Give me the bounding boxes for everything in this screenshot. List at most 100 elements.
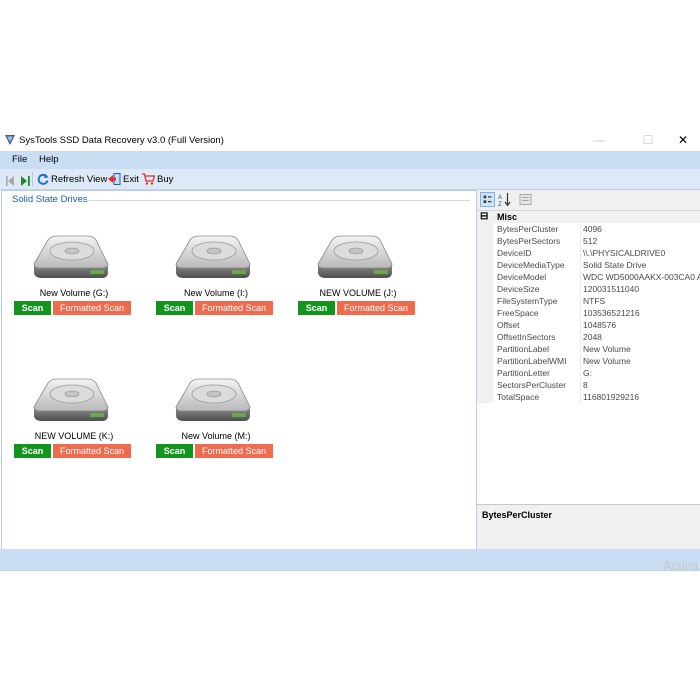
drive-item[interactable]: New Volume (G:) Scan Formatted Scan: [14, 232, 134, 315]
buy-button[interactable]: Buy: [142, 172, 173, 186]
scan-button[interactable]: Scan: [14, 444, 51, 458]
property-value[interactable]: 1048576: [583, 320, 700, 330]
property-row[interactable]: FileSystemType NTFS: [477, 295, 700, 307]
scan-button[interactable]: Scan: [156, 444, 193, 458]
menu-file[interactable]: File: [12, 154, 27, 165]
row-gutter: [477, 391, 493, 403]
property-row[interactable]: DeviceSize 120031511040: [477, 283, 700, 295]
row-gutter: [477, 223, 493, 235]
property-name: PartitionLetter: [497, 368, 550, 378]
drive-item[interactable]: NEW VOLUME (J:) Scan Formatted Scan: [298, 232, 418, 315]
close-button[interactable]: ✕: [666, 131, 700, 151]
property-row[interactable]: DeviceMediaType Solid State Drive: [477, 259, 700, 271]
drive-item[interactable]: New Volume (I:) Scan Formatted Scan: [156, 232, 276, 315]
property-value[interactable]: 103536521216: [583, 308, 700, 318]
alphabetical-sort-icon[interactable]: A Z: [497, 192, 512, 207]
refresh-view-button[interactable]: Refresh View: [37, 172, 107, 186]
drive-item[interactable]: New Volume (M:) Scan Formatted Scan: [156, 375, 276, 458]
property-name: FreeSpace: [497, 308, 539, 318]
column-divider: [580, 343, 581, 355]
property-value[interactable]: \\.\PHYSICALDRIVE0: [583, 248, 700, 258]
property-value[interactable]: 8: [583, 380, 700, 390]
category-row[interactable]: ⊟ Misc: [477, 211, 700, 223]
formatted-scan-button[interactable]: Formatted Scan: [53, 444, 131, 458]
categorized-view-icon[interactable]: [480, 192, 495, 207]
drive-label: New Volume (M:): [181, 431, 251, 441]
row-gutter: [477, 331, 493, 343]
last-record-icon[interactable]: [21, 174, 30, 188]
property-value[interactable]: NTFS: [583, 296, 700, 306]
property-row[interactable]: BytesPerSectors 512: [477, 235, 700, 247]
scan-button[interactable]: Scan: [298, 301, 335, 315]
row-gutter: [477, 319, 493, 331]
exit-button[interactable]: Exit: [108, 172, 139, 186]
first-record-icon[interactable]: [6, 174, 15, 188]
row-gutter: [477, 367, 493, 379]
property-name: PartitionLabel: [497, 344, 549, 354]
column-divider: [580, 391, 581, 403]
solid-state-drives-panel: Solid State Drives New Volume (G:) Scan Fo…: [1, 190, 477, 550]
formatted-scan-button[interactable]: Formatted Scan: [337, 301, 415, 315]
property-row[interactable]: PartitionLetter G:: [477, 367, 700, 379]
panel-title-divider: [86, 200, 470, 201]
maximize-button[interactable]: ☐: [631, 131, 665, 151]
property-value[interactable]: New Volume: [583, 356, 700, 366]
property-name: BytesPerCluster: [497, 224, 559, 234]
panel-title: Solid State Drives: [12, 194, 88, 205]
row-gutter: [477, 355, 493, 367]
property-row[interactable]: BytesPerCluster 4096: [477, 223, 700, 235]
property-name: PartitionLabelWMI: [497, 356, 567, 366]
property-name: Offset: [497, 320, 520, 330]
minimize-button[interactable]: —: [582, 131, 616, 151]
exit-icon: [108, 173, 121, 185]
property-value[interactable]: 120031511040: [583, 284, 700, 294]
property-row[interactable]: Offset 1048576: [477, 319, 700, 331]
svg-text:A: A: [498, 195, 502, 201]
property-value[interactable]: Solid State Drive: [583, 260, 700, 270]
formatted-scan-button[interactable]: Formatted Scan: [195, 444, 273, 458]
formatted-scan-button[interactable]: Formatted Scan: [53, 301, 131, 315]
toolbar: Refresh View Exit Buy: [0, 169, 700, 190]
description-title: BytesPerCluster: [482, 510, 553, 520]
property-pages-icon[interactable]: [518, 192, 533, 207]
column-divider: [580, 367, 581, 379]
property-name: DeviceModel: [497, 272, 547, 282]
properties-panel: A Z ⊟ Misc BytesPerCluster 4096 BytesPerSe…: [476, 190, 700, 549]
window-title: SysTools SSD Data Recovery v3.0 (Full Ve…: [19, 135, 224, 146]
scan-button[interactable]: Scan: [14, 301, 51, 315]
drive-label: New Volume (G:): [39, 288, 109, 298]
property-row[interactable]: PartitionLabelWMI New Volume: [477, 355, 700, 367]
category-label: Misc: [497, 212, 518, 222]
hard-disk-icon: [175, 235, 251, 278]
column-divider: [580, 235, 581, 247]
property-row[interactable]: PartitionLabel New Volume: [477, 343, 700, 355]
menu-help[interactable]: Help: [39, 154, 59, 165]
row-gutter: [477, 283, 493, 295]
property-row[interactable]: SectorsPerCluster 8: [477, 379, 700, 391]
property-value[interactable]: 512: [583, 236, 700, 246]
drive-item[interactable]: NEW VOLUME (K:) Scan Formatted Scan: [14, 375, 134, 458]
drive-label: New Volume (I:): [183, 288, 249, 298]
scan-button[interactable]: Scan: [156, 301, 193, 315]
row-gutter: [477, 295, 493, 307]
property-value[interactable]: 4096: [583, 224, 700, 234]
property-value[interactable]: New Volume: [583, 344, 700, 354]
column-divider: [580, 379, 581, 391]
property-name: DeviceID: [497, 248, 532, 258]
drive-label: NEW VOLUME (K:): [34, 431, 114, 441]
row-gutter: [477, 379, 493, 391]
row-gutter: [477, 259, 493, 271]
property-value[interactable]: 116801929216: [583, 392, 700, 402]
property-row[interactable]: TotalSpace 116801929216: [477, 391, 700, 403]
property-value[interactable]: G:: [583, 368, 700, 378]
property-row[interactable]: DeviceModel WDC WD5000AAKX-003CA0 ATA: [477, 271, 700, 283]
property-row[interactable]: FreeSpace 103536521216: [477, 307, 700, 319]
property-value[interactable]: 2048: [583, 332, 700, 342]
hard-disk-icon: [317, 235, 393, 278]
property-row[interactable]: OffsetInSectors 2048: [477, 331, 700, 343]
property-row[interactable]: DeviceID \\.\PHYSICALDRIVE0: [477, 247, 700, 259]
buy-label: Buy: [157, 173, 174, 185]
property-value[interactable]: WDC WD5000AAKX-003CA0 ATA: [583, 272, 700, 282]
formatted-scan-button[interactable]: Formatted Scan: [195, 301, 273, 315]
collapse-icon[interactable]: ⊟: [480, 211, 488, 222]
